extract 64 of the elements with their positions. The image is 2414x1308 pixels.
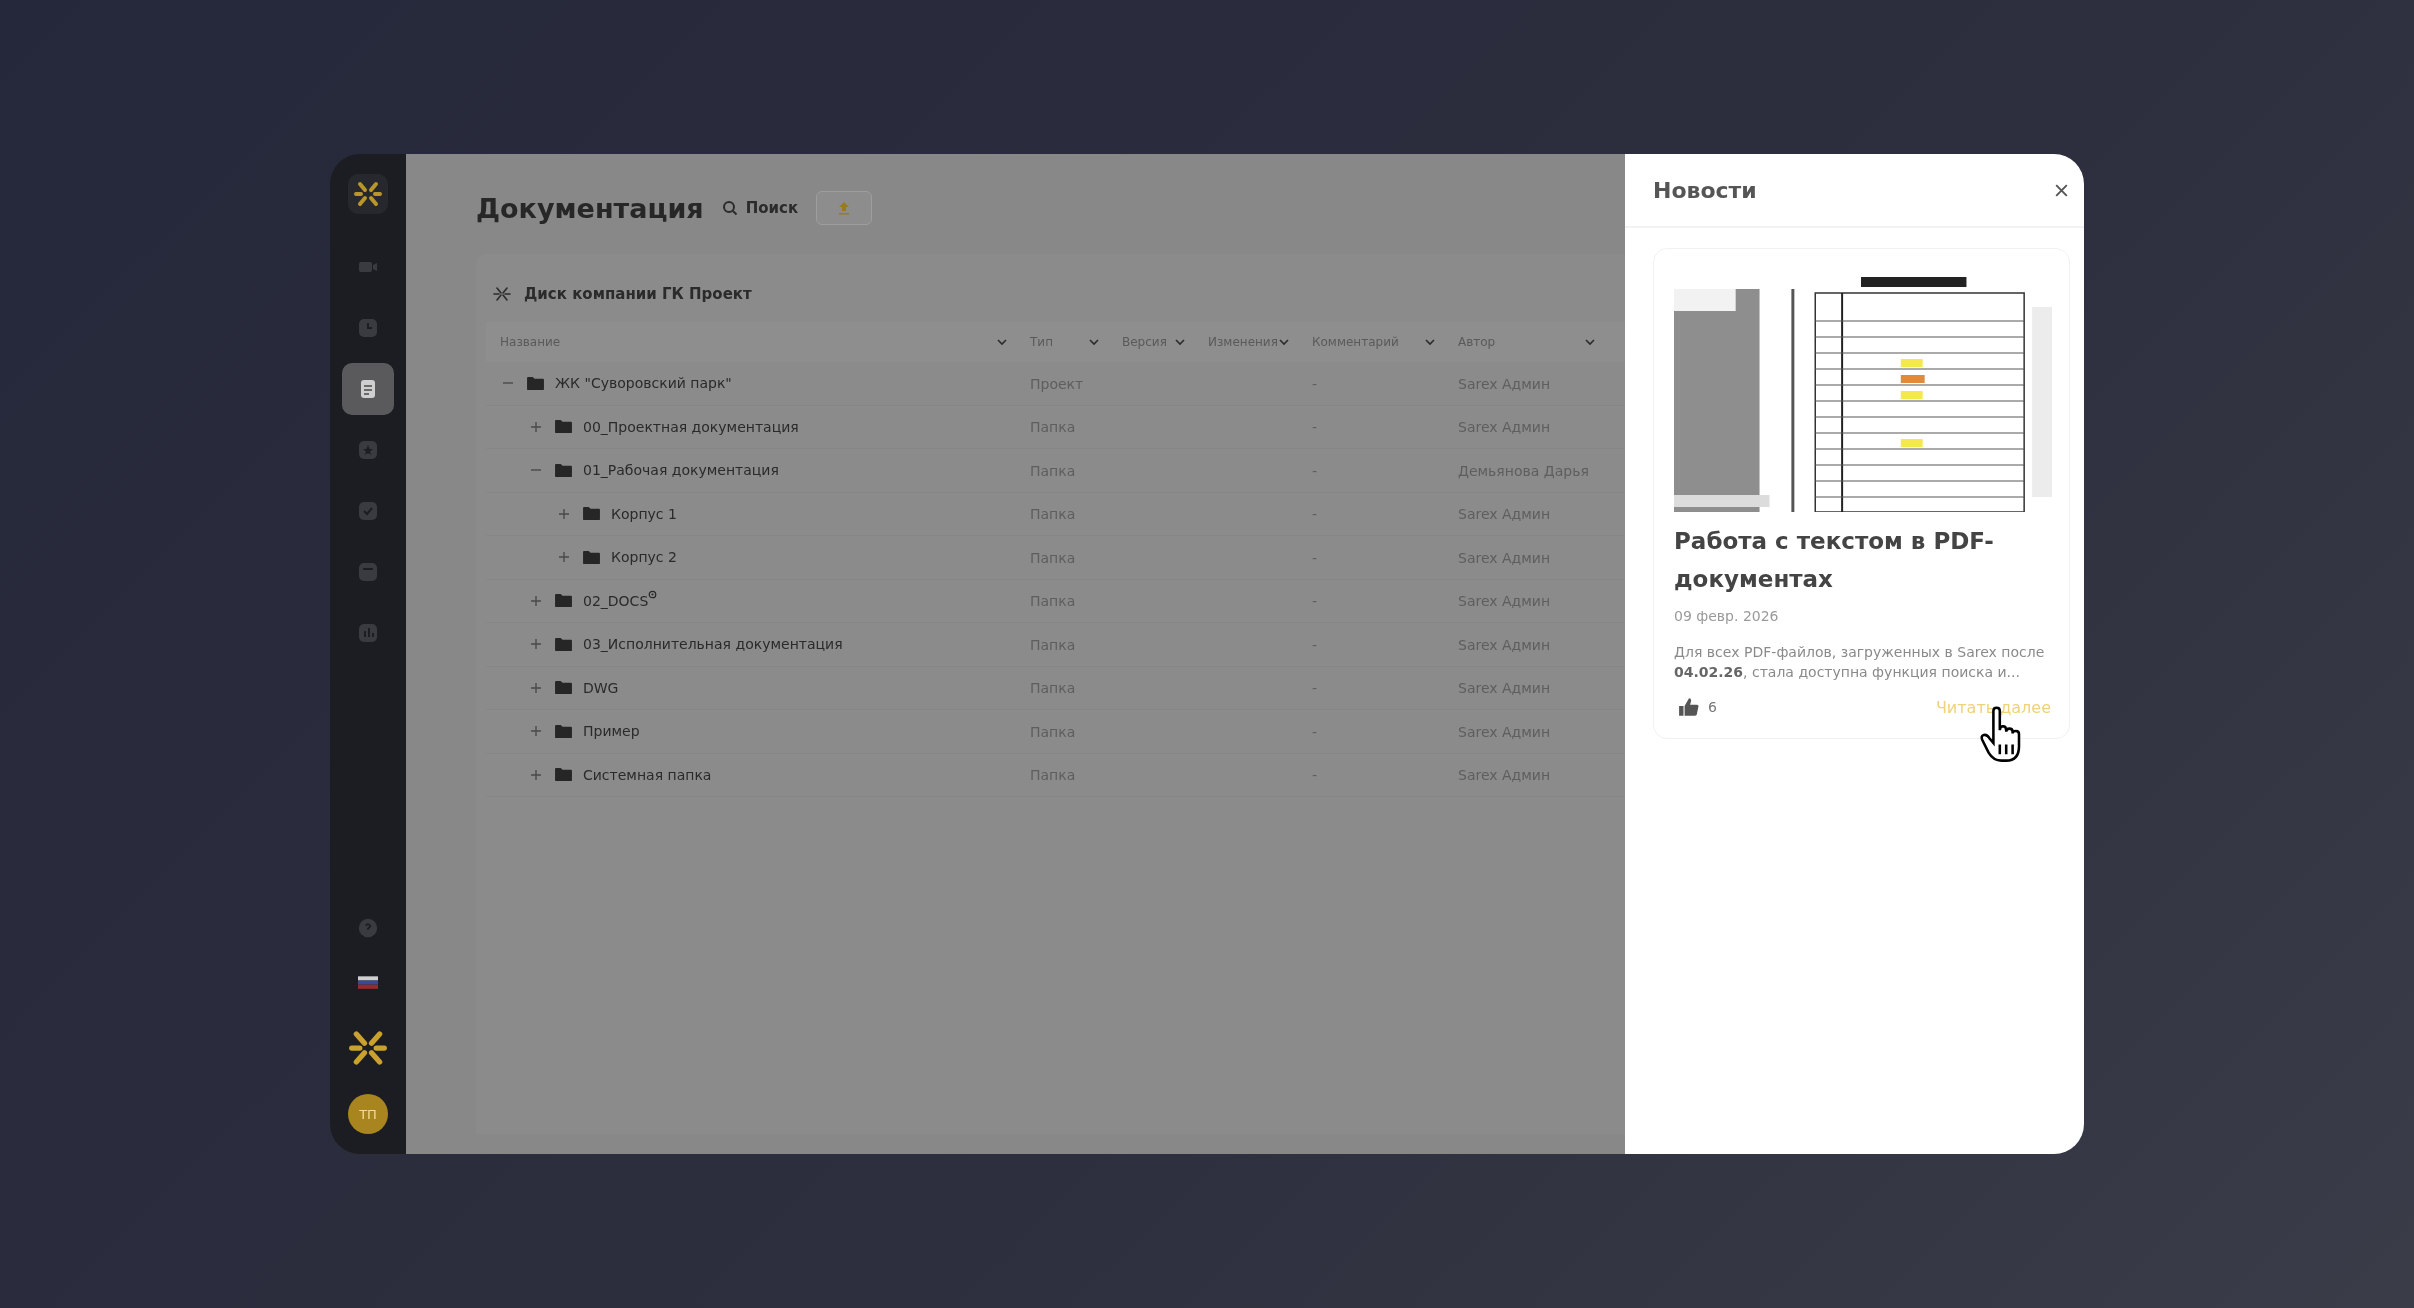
panel-title: Новости (1653, 177, 1757, 203)
folder-name[interactable]: Корпус 2 (611, 549, 677, 566)
folder-icon (582, 549, 601, 565)
expand-icon[interactable] (530, 594, 542, 607)
clock-icon[interactable] (356, 316, 380, 340)
expand-icon[interactable] (530, 725, 542, 738)
folder-name[interactable]: 03_Исполнительная документация (583, 636, 843, 653)
comment-cell: - (1312, 723, 1318, 740)
logo-icon[interactable] (348, 174, 388, 214)
comment-cell: - (1312, 593, 1318, 610)
folder-name[interactable]: DWG (583, 679, 619, 696)
chevron-down-icon[interactable] (1278, 336, 1290, 348)
chevron-down-icon[interactable] (1088, 336, 1100, 348)
news-date: 09 февр. 2026 (1674, 608, 1780, 624)
folder-icon (554, 680, 573, 696)
chevron-down-icon[interactable] (1424, 336, 1436, 348)
expand-icon[interactable] (558, 551, 570, 564)
chevron-down-icon[interactable] (1584, 336, 1596, 348)
folder-icon (582, 506, 601, 522)
news-title[interactable]: Работа с текстом в PDF-документах (1674, 522, 2051, 598)
folder-name[interactable]: Корпус 1 (611, 505, 677, 522)
chevron-down-icon[interactable] (1174, 336, 1186, 348)
page-title: Документация (476, 192, 704, 224)
folder-name[interactable]: Пример (583, 723, 640, 740)
like-icon[interactable] (1678, 696, 1700, 718)
check-icon[interactable] (356, 499, 380, 523)
folder-icon (554, 593, 573, 609)
comment-cell: - (1312, 549, 1318, 566)
disk-name: Диск компании ГК Проект (524, 285, 752, 303)
comment-cell: - (1312, 375, 1318, 392)
user-avatar[interactable]: ТП (348, 1094, 388, 1134)
folder-icon (526, 375, 545, 391)
search-button[interactable]: Поиск (721, 199, 799, 217)
folder-icon (554, 723, 573, 739)
folder-icon (554, 419, 573, 435)
expand-icon[interactable] (530, 420, 542, 433)
comment-cell: - (1312, 767, 1318, 784)
folder-name[interactable]: 00_Проектная документация (583, 418, 799, 435)
calendar-icon[interactable] (356, 560, 380, 584)
help-icon[interactable] (357, 917, 379, 939)
folder-icon (554, 462, 573, 478)
search-icon[interactable] (721, 200, 738, 216)
comment-cell: - (1312, 506, 1318, 523)
chevron-down-icon[interactable] (996, 336, 1008, 348)
folder-name[interactable]: Системная папка (583, 766, 712, 783)
folder-icon (554, 767, 573, 783)
expand-icon[interactable] (530, 638, 542, 651)
comment-cell: - (1312, 419, 1318, 436)
flag-icon[interactable] (358, 976, 378, 990)
folder-name[interactable]: ЖК "Суворовский парк" (555, 375, 732, 392)
expand-icon[interactable] (558, 507, 570, 520)
chart-icon[interactable] (356, 621, 380, 645)
news-excerpt: Для всех PDF-файлов, загруженных в Sarex после 04.02.26, стала доступна функция поиска и... (1674, 643, 2046, 682)
comment-cell: - (1312, 680, 1318, 697)
folder-icon (554, 636, 573, 652)
like-count: 6 (1708, 699, 1717, 715)
nav-item[interactable] (342, 363, 394, 415)
folder-name[interactable]: 01_Рабочая документация (583, 462, 779, 479)
comment-cell: - (1312, 636, 1318, 653)
folder-name[interactable]: 02_DOCS (583, 592, 649, 609)
expand-icon[interactable] (530, 681, 542, 694)
expand-icon[interactable] (530, 768, 542, 781)
upload-button[interactable] (816, 191, 873, 225)
comment-cell: - (1312, 462, 1318, 479)
